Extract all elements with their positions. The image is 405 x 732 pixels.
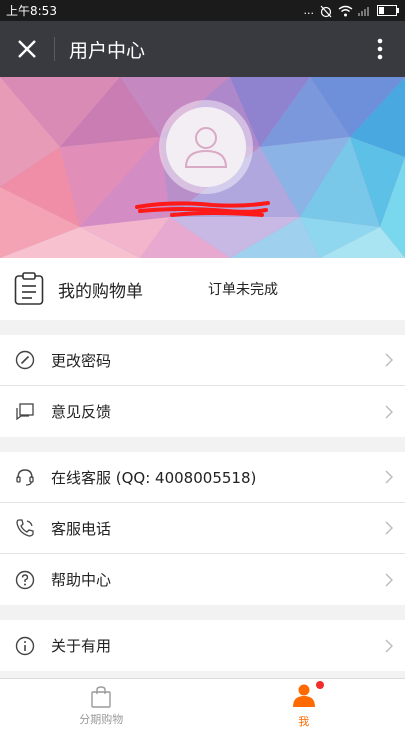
title-bar: 用户中心 <box>0 21 405 77</box>
clipboard-list-icon <box>14 272 44 306</box>
menu-row-label: 在线客服 (QQ: 4008005518) <box>51 468 257 487</box>
chevron-right-icon <box>385 353 393 367</box>
wifi-icon <box>338 5 353 16</box>
menu-row-about[interactable]: 关于有用 <box>0 620 405 671</box>
about-group: 关于有用 <box>0 620 405 671</box>
status-icons: ... <box>303 4 399 18</box>
info-circle-icon <box>14 635 36 657</box>
menu-row-label: 更改密码 <box>51 351 112 370</box>
bottom-tab-bar: 分期购物 我 <box>0 678 405 732</box>
shopping-bag-icon <box>91 685 111 708</box>
battery-icon <box>377 5 399 16</box>
redacted-username-scribble <box>135 201 270 217</box>
menu-row-help-center[interactable]: 帮助中心 <box>0 554 405 605</box>
phone-icon <box>14 517 36 539</box>
title-divider <box>54 37 55 61</box>
signal-icon <box>358 7 369 16</box>
tab-me-icon-wrap <box>292 680 324 711</box>
profile-banner <box>0 77 405 258</box>
avatar[interactable] <box>166 107 246 187</box>
headset-icon <box>14 466 36 488</box>
status-dots: ... <box>303 4 315 17</box>
help-circle-icon <box>14 569 36 591</box>
menu-row-feedback[interactable]: 意见反馈 <box>0 386 405 437</box>
chevron-right-icon <box>385 470 393 484</box>
person-icon <box>292 684 315 707</box>
alarm-off-icon <box>320 5 332 17</box>
order-status-text: 订单未完成 <box>208 282 278 298</box>
menu-row-label: 意见反馈 <box>51 403 112 421</box>
chevron-right-icon <box>385 405 393 418</box>
tab-label: 我 <box>298 714 310 728</box>
more-vertical-icon <box>377 38 383 60</box>
status-bar: 上午8:53 ... <box>0 0 405 21</box>
chevron-right-icon <box>385 639 393 652</box>
menu-row-online-service[interactable]: 在线客服 (QQ: 4008005518) <box>0 452 405 503</box>
close-button[interactable] <box>0 21 54 77</box>
notification-dot <box>315 680 324 689</box>
menu-row-service-phone[interactable]: 客服电话 <box>0 503 405 554</box>
user-placeholder-icon <box>184 127 228 168</box>
my-orders-label: 我的购物单 <box>58 281 143 302</box>
close-icon <box>18 40 36 58</box>
page-title: 用户中心 <box>69 39 146 62</box>
avatar-ring <box>159 100 253 194</box>
tab-me[interactable]: 我 <box>203 679 405 732</box>
my-orders-row[interactable]: 我的购物单 订单未完成 <box>0 258 405 320</box>
more-button[interactable] <box>355 21 405 77</box>
chevron-right-icon <box>385 573 393 586</box>
menu-row-change-password[interactable]: 更改密码 <box>0 335 405 386</box>
feedback-chat-icon <box>14 401 36 423</box>
tab-installment-shopping[interactable]: 分期购物 <box>0 679 203 732</box>
support-group: 在线客服 (QQ: 4008005518) 客服电话 帮助中心 <box>0 452 405 605</box>
tab-label: 分期购物 <box>79 712 124 726</box>
menu-row-label: 客服电话 <box>51 519 112 538</box>
pencil-circle-icon <box>14 349 36 371</box>
menu-row-label: 帮助中心 <box>51 571 112 589</box>
account-group: 更改密码 意见反馈 <box>0 335 405 437</box>
status-time: 上午8:53 <box>6 4 57 18</box>
chevron-right-icon <box>385 521 393 535</box>
menu-row-label: 关于有用 <box>51 637 112 655</box>
